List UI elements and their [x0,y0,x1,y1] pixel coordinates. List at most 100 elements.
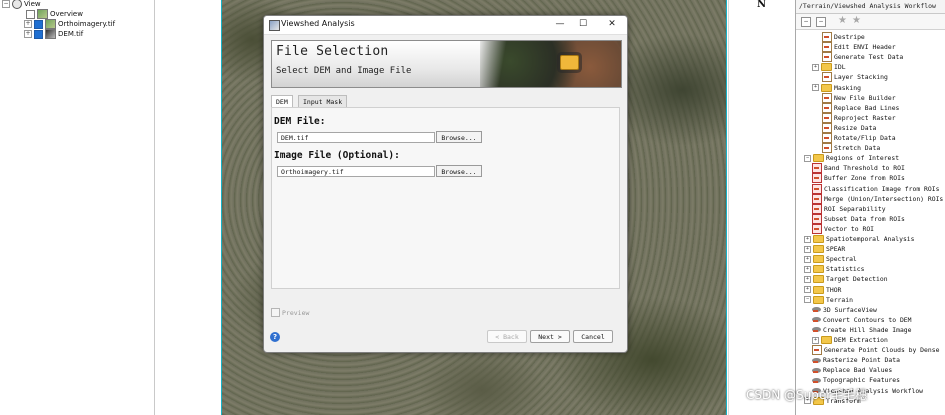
expand-icon[interactable]: + [804,265,811,273]
toolbox-item[interactable]: + Masking [812,83,861,93]
toolbox-item[interactable]: − Terrain [804,295,853,305]
toolbox-item[interactable]: + SPEAR [804,244,845,254]
toolbox-item[interactable]: Merge (Union/Intersection) ROIs [812,193,944,204]
close-button[interactable]: ✕ [604,18,620,31]
preview-checkbox[interactable]: Preview [271,308,309,317]
overview-icon [37,9,48,19]
expand-all-icon[interactable]: − [816,17,826,27]
expand-icon[interactable]: + [804,275,811,283]
expand-icon[interactable]: + [812,63,819,71]
toolbox-search-path[interactable]: /Terrain/Viewshed Analysis Workflow [796,0,945,14]
view-blank-area-right [728,0,795,415]
layer-item-dem[interactable]: + DEM.tif [24,29,83,39]
tool-icon [822,112,832,123]
expand-icon[interactable]: + [812,336,819,344]
tool-icon [822,143,832,154]
toolbox-item[interactable]: Topographic Features [812,375,900,385]
collapse-icon[interactable]: − [2,0,10,8]
toolbox-item-label: THOR [826,285,842,294]
collapse-all-icon[interactable]: − [801,17,811,27]
folder-icon [821,83,832,92]
maximize-button[interactable]: ☐ [575,18,591,31]
layer-tree-root-label: View [24,0,41,8]
toolbox-item[interactable]: Create Hill Shade Image [812,325,912,335]
collapse-icon[interactable]: − [804,154,811,162]
folder-icon [813,255,824,264]
toolbox-item[interactable]: + Statistics [804,264,864,274]
toolbox-item[interactable]: Band Threshold to ROI [812,163,905,174]
toolbox-item[interactable]: + Target Detection [804,274,888,284]
view-icon [12,0,22,9]
image-file-label: Image File (Optional): [274,150,400,161]
toolbox-item-label: Masking [834,83,861,92]
layer-visibility-checkbox[interactable] [34,19,43,29]
minimize-button[interactable]: — [552,18,568,31]
toolbox-item[interactable]: − Regions of Interest [804,153,899,163]
expand-icon[interactable]: + [804,245,811,253]
toolbox-item[interactable]: + DEM Extraction [812,335,888,345]
toolbox-item-label: ROI Separability [824,204,886,213]
toolbox-item[interactable]: Subset Data from ROIs [812,213,905,224]
toolbox-item[interactable]: Buffer Zone from ROIs [812,173,905,184]
back-button[interactable]: < Back [487,330,527,343]
toolbox-tree: Destripe Edit ENVI Header Generate Test Da… [796,30,945,415]
toolbox-item-label: Merge (Union/Intersection) ROIs [824,194,944,203]
toolbox-item-label: Terrain [826,295,853,304]
toolbox-panel: /Terrain/Viewshed Analysis Workflow − − … [795,0,945,415]
toolbox-item[interactable]: ROI Separability [812,203,886,214]
favorite-star-icon[interactable]: ★ [852,15,861,26]
layer-visibility-checkbox[interactable] [34,29,43,39]
toolbox-item[interactable]: Classification Image from ROIs [812,183,939,194]
toolbox-item[interactable]: Stretch Data [822,143,880,154]
toolbox-item[interactable]: Resize Data [822,122,876,133]
toolbox-item[interactable]: Reproject Raster [822,112,896,123]
toolbox-item[interactable]: Rasterize Point Data [812,355,900,365]
expand-icon[interactable]: + [24,30,32,38]
layer-item-orthoimagery[interactable]: + Orthoimagery.tif [24,19,115,29]
expand-icon[interactable]: + [804,286,811,293]
toolbox-item[interactable]: + THOR [804,285,841,295]
dem-file-input[interactable]: DEM.tif [277,132,435,143]
expand-icon[interactable]: + [804,235,811,243]
dem-browse-button[interactable]: Browse... [436,131,482,143]
toolbox-item[interactable]: Rotate/Flip Data [822,133,896,143]
toolbox-item[interactable]: Destripe [822,32,865,42]
dialog-titlebar[interactable]: Viewshed Analysis — ☐ ✕ [264,16,627,35]
dialog-title: Viewshed Analysis [281,19,355,28]
layer-item-overview[interactable]: Overview [26,9,83,19]
preview-checkbox-box[interactable] [271,308,280,317]
toolbox-item[interactable]: + Spectral [804,254,857,264]
toolbox-item[interactable]: + Spatiotemporal Analysis [804,234,915,244]
expand-icon[interactable]: + [812,84,819,91]
terrain-tool-icon [812,327,821,333]
toolbox-item[interactable]: Replace Bad Values [812,365,892,375]
toolbox-item[interactable]: Edit ENVI Header [822,42,896,53]
toolbox-item[interactable]: 3D SurfaceView [812,305,877,315]
help-icon[interactable]: ? [270,332,280,342]
toolbox-toolbar: − − ★ ★ [796,14,945,30]
toolbox-item[interactable]: Generate Point Clouds by Dense [812,345,939,356]
layer-tree-root[interactable]: − View [2,0,41,9]
toolbox-item[interactable]: Generate Test Data [822,52,903,63]
layer-visibility-checkbox[interactable] [26,9,35,19]
toolbox-item-label: Band Threshold to ROI [824,164,905,173]
image-browse-button[interactable]: Browse... [436,165,482,177]
next-button[interactable]: Next > [530,330,570,343]
folder-icon [821,63,832,72]
toolbox-item[interactable]: Replace Bad Lines [822,102,899,113]
toolbox-item[interactable]: Vector to ROI [812,223,874,234]
expand-icon[interactable]: + [24,20,32,28]
toolbox-item[interactable]: + IDL [812,62,846,72]
expand-icon[interactable]: + [804,255,811,263]
terrain-tool-icon [812,377,821,383]
envi-app-icon [269,20,280,31]
toolbox-item-label: Reproject Raster [834,113,896,122]
toolbox-item[interactable]: New File Builder [822,92,896,103]
toolbox-item[interactable]: Convert Contours to DEM [812,315,912,325]
image-file-input[interactable]: Orthoimagery.tif [277,166,435,177]
collapse-icon[interactable]: − [804,296,811,304]
toolbox-item-label: Subset Data from ROIs [824,214,905,223]
toolbox-item[interactable]: Layer Stacking [822,72,888,83]
favorite-star-icon[interactable]: ★ [838,15,847,26]
cancel-button[interactable]: Cancel [573,330,613,343]
